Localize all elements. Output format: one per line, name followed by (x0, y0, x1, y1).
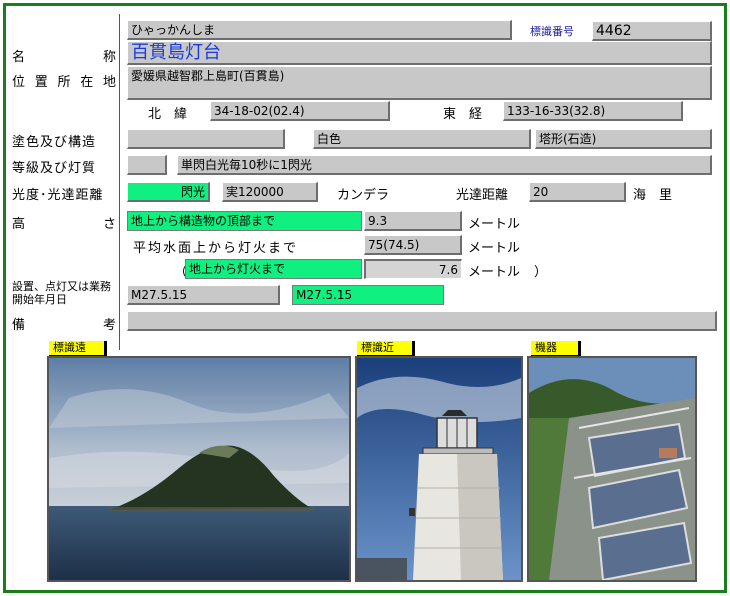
meter-unit-2: メートル (468, 241, 521, 256)
id-value: 4462 (592, 21, 712, 41)
photo-tag-distant: 標識遠 (49, 341, 107, 356)
photo-island[interactable] (47, 356, 351, 582)
reading-field: ひゃっかんしま (127, 20, 512, 40)
ground-to-light-label: 地上から灯火まで (185, 259, 362, 279)
photo-equipment[interactable] (527, 356, 697, 582)
paren-close: ） (534, 265, 548, 280)
range-value: 20 (529, 182, 626, 202)
photo-lighthouse[interactable] (355, 356, 523, 582)
meter-unit-3: メートル (468, 265, 521, 280)
address-field: 愛媛県越智郡上島町(百貫島) (127, 66, 712, 100)
established-date-1: M27.5.15 (127, 285, 280, 305)
label-class-light: 等級及び灯質 (12, 161, 97, 176)
label-established: 設置、点灯又は業務開始年月日 (12, 280, 111, 306)
latitude-label: 北 緯 (148, 107, 188, 122)
label-color-structure: 塗色及び構造 (12, 135, 97, 150)
light-class (127, 155, 167, 175)
label-height: 高さ (12, 217, 116, 232)
ground-to-top-label: 地上から構造物の頂部まで (127, 211, 362, 231)
ground-to-top-value: 9.3 (364, 211, 462, 231)
established-date-2: M27.5.15 (292, 285, 444, 305)
id-label: 標識番号 (530, 25, 574, 38)
label-luminosity: 光度･光達距離 (12, 188, 104, 203)
label-name: 名称 (12, 50, 116, 65)
longitude-label: 東 経 (443, 107, 483, 122)
lighthouse-name: 百貫島灯台 (127, 41, 712, 65)
structure-color: 白色 (313, 129, 531, 149)
latitude-value: 34-18-02(02.4) (210, 101, 390, 121)
range-unit: 海 里 (633, 188, 673, 203)
photo-tag-near: 標識近 (357, 341, 415, 356)
ground-to-light-value: 7.6 (364, 259, 462, 279)
structure-blank (127, 129, 285, 149)
range-label: 光達距離 (456, 188, 509, 203)
candela-unit: カンデラ (337, 188, 390, 203)
remarks-field (127, 311, 717, 331)
label-location: 位置所在地 (12, 75, 116, 90)
island-image (49, 358, 349, 580)
sea-to-light-value: 75(74.5) (364, 235, 462, 255)
photo-tag-equipment: 機器 (531, 341, 581, 356)
meter-unit-1: メートル (468, 217, 521, 232)
lighthouse-image (357, 358, 521, 580)
longitude-value: 133-16-33(32.8) (503, 101, 683, 121)
light-intensity: 実120000 (222, 182, 318, 202)
structure-shape: 塔形(石造) (535, 129, 712, 149)
label-remarks: 備考 (12, 318, 116, 333)
light-type: 閃光 (127, 182, 210, 202)
light-character: 単閃白光毎10秒に1閃光 (177, 155, 712, 175)
sea-to-light-label: 平均水面上から灯火まで (133, 241, 299, 256)
equipment-image (529, 358, 695, 580)
label-divider (119, 14, 120, 350)
